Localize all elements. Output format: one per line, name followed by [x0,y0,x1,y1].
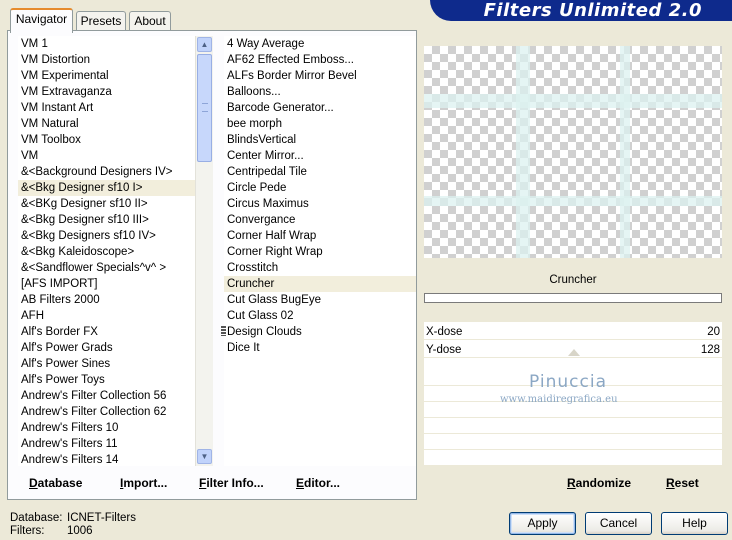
filter-list-item[interactable]: Barcode Generator... [224,100,416,116]
app-title: Filters Unlimited 2.0 [483,0,702,21]
param-row-x-dose[interactable]: X-dose 20 [424,324,722,340]
cancel-button[interactable]: Cancel [585,512,652,535]
filter-list-item[interactable]: Corner Half Wrap [224,228,416,244]
category-list[interactable]: VM 1 VM Distortion VM Experimental VM Extra… [18,36,195,466]
filter-list-item[interactable]: Convergance [224,212,416,228]
filter-list-item[interactable]: AF62 Effected Emboss... [224,52,416,68]
help-button[interactable]: Help [661,512,728,535]
param-row-empty [424,418,722,434]
param-label: Y-dose [426,344,462,356]
category-list-item[interactable]: &<Sandflower Specials^v^ > [18,260,195,276]
category-list-item[interactable]: Alf's Border FX [18,324,195,340]
tab-presets[interactable]: Presets [76,11,126,31]
category-list-item[interactable]: VM [18,148,195,164]
watermark-url: www.maidiregrafica.eu [500,394,618,405]
watermark-name: Pinuccia [529,372,607,392]
preview-streak [516,46,530,258]
filter-list-item[interactable]: Center Mirror... [224,148,416,164]
category-list-item[interactable]: VM Experimental [18,68,195,84]
param-value: 20 [707,326,720,338]
category-scrollbar[interactable]: ▲ ▼ [195,36,213,466]
filter-list-item[interactable]: ALFs Border Mirror Bevel [224,68,416,84]
filter-info-button[interactable]: Filter Info... [199,476,264,490]
filter-list-item[interactable]: Cut Glass BugEye [224,292,416,308]
reset-button[interactable]: Reset [666,476,699,490]
category-list-item[interactable]: Andrew's Filters 11 [18,436,195,452]
scroll-up-button[interactable]: ▲ [197,37,212,52]
status-filters-label: Filters: [10,525,45,537]
param-value: 128 [700,344,720,356]
category-list-item[interactable]: VM 1 [18,36,195,52]
preview-streak [424,196,722,206]
filter-list-item[interactable]: Dice It [224,340,416,356]
category-list-item[interactable]: AFH [18,308,195,324]
editor-button[interactable]: Editor... [296,476,340,490]
filter-list-item[interactable]: Corner Right Wrap [224,244,416,260]
scroll-down-button[interactable]: ▼ [197,449,212,464]
category-list-item[interactable]: Alf's Power Sines [18,356,195,372]
randomize-button[interactable]: Randomize [567,476,631,490]
param-row-empty [424,434,722,450]
category-list-item[interactable]: &<Bkg Designer sf10 I> [18,180,195,196]
category-list-item[interactable]: Andrew's Filter Collection 62 [18,404,195,420]
category-list-item[interactable]: [AFS IMPORT] [18,276,195,292]
filter-list-item[interactable]: Cut Glass 02 [224,308,416,324]
category-list-item[interactable]: &<Bkg Designers sf10 IV> [18,228,195,244]
category-list-item[interactable]: VM Instant Art [18,100,195,116]
param-row-empty [424,450,722,466]
progress-bar [424,293,722,303]
filter-list-item[interactable]: 4 Way Average [224,36,416,52]
list-splitter-handle[interactable] [221,326,226,336]
filter-list-item[interactable]: Design Clouds [224,324,416,340]
category-list-item[interactable]: AB Filters 2000 [18,292,195,308]
status-filters-value: 1006 [67,525,93,537]
import-button[interactable]: Import... [120,476,167,490]
category-list-item[interactable]: &<BKg Designer sf10 II> [18,196,195,212]
param-label: X-dose [426,326,463,338]
database-button[interactable]: Database [29,476,82,490]
filter-list-item[interactable]: bee morph [224,116,416,132]
filter-list-item[interactable]: Circle Pede [224,180,416,196]
filter-list[interactable]: 4 Way Average AF62 Effected Emboss... ALFs… [224,36,416,466]
category-list-item[interactable]: VM Natural [18,116,195,132]
filter-name-label: Cruncher [424,270,722,290]
category-list-item[interactable]: Andrew's Filters 14 [18,452,195,466]
status-filters: Filters: 1006 [10,525,93,537]
category-list-item[interactable]: &<Bkg Kaleidoscope> [18,244,195,260]
title-banner: Filters Unlimited 2.0 [430,0,732,21]
status-database-label: Database: [10,512,63,524]
filter-list-item[interactable]: Crosstitch [224,260,416,276]
category-list-item[interactable]: &<Background Designers IV> [18,164,195,180]
preview-image [424,46,722,258]
filter-list-item[interactable]: Balloons... [224,84,416,100]
scroll-thumb[interactable] [197,54,212,162]
category-list-item[interactable]: VM Toolbox [18,132,195,148]
category-list-item[interactable]: Alf's Power Grads [18,340,195,356]
category-list-item[interactable]: Andrew's Filter Collection 56 [18,388,195,404]
preview-streak [424,94,722,108]
filter-list-item[interactable]: BlindsVertical [224,132,416,148]
tab-about[interactable]: About [129,11,171,31]
filter-list-item[interactable]: Centripedal Tile [224,164,416,180]
tab-navigator[interactable]: Navigator [10,8,73,33]
category-list-item[interactable]: Alf's Power Toys [18,372,195,388]
category-list-item[interactable]: &<Bkg Designer sf10 III> [18,212,195,228]
category-list-item[interactable]: Andrew's Filters 10 [18,420,195,436]
status-database: Database: ICNET-Filters [10,512,136,524]
apply-button[interactable]: Apply [509,512,576,535]
filter-list-item[interactable]: Cruncher [224,276,416,292]
category-list-item[interactable]: VM Distortion [18,52,195,68]
preview-streak [620,46,630,258]
status-database-value: ICNET-Filters [67,512,136,524]
slider-thumb[interactable] [568,349,580,356]
filter-list-item[interactable]: Circus Maximus [224,196,416,212]
category-list-item[interactable]: VM Extravaganza [18,84,195,100]
